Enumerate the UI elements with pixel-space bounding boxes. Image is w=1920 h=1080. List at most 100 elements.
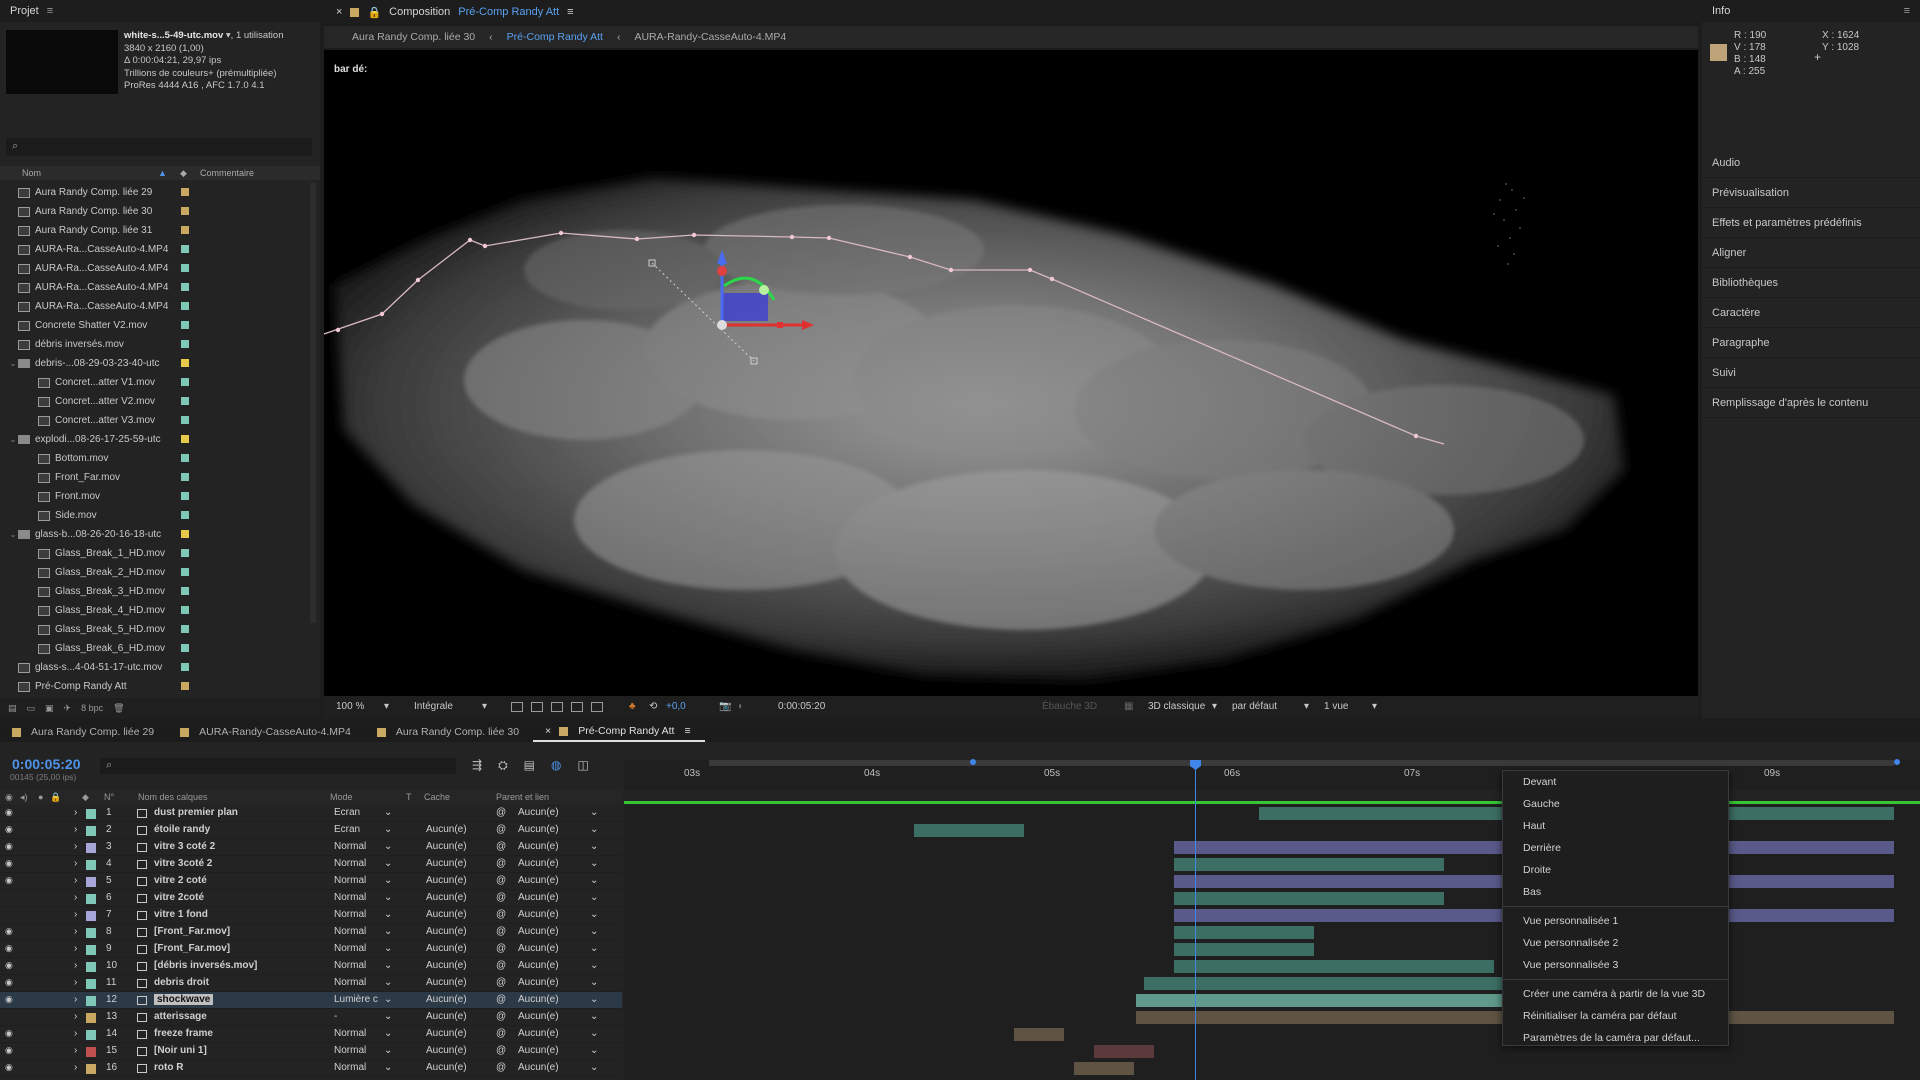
eye-icon[interactable]: ◉ (5, 960, 13, 971)
frame-blending-icon[interactable]: ▤ (524, 758, 535, 773)
chevron-down-icon[interactable]: ▾ (1372, 701, 1377, 712)
chevron-down-icon[interactable]: ⌄ (384, 1028, 392, 1039)
disclosure-triangle-icon[interactable]: › (74, 994, 77, 1005)
disclosure-triangle-icon[interactable]: › (74, 943, 77, 954)
chevron-down-icon[interactable]: ⌄ (384, 1062, 392, 1073)
sort-up-icon[interactable]: ▲ (158, 168, 167, 178)
lock-icon[interactable]: 🔒 (50, 792, 61, 803)
panel-item[interactable]: Prévisualisation (1702, 178, 1920, 208)
pick-whip-icon[interactable]: @ (496, 807, 506, 818)
pick-whip-icon[interactable]: @ (496, 858, 506, 869)
pick-whip-icon[interactable]: @ (496, 943, 506, 954)
new-comp-icon[interactable]: ▣ (45, 703, 54, 714)
project-item[interactable]: Side.mov (0, 506, 310, 525)
layer-name[interactable]: debris droit (154, 977, 209, 988)
label-color-swatch[interactable] (181, 283, 189, 291)
layer-cache-select[interactable]: Aucun(e) (426, 926, 467, 937)
column-parent[interactable]: Parent et lien (496, 792, 549, 802)
panel-menu-icon[interactable]: ≡ (1904, 5, 1910, 17)
layer-mode-select[interactable]: Normal (334, 892, 366, 903)
label-color-swatch[interactable] (86, 1064, 96, 1074)
pick-whip-icon[interactable]: @ (496, 909, 506, 920)
label-color-swatch[interactable] (181, 321, 189, 329)
disclosure-triangle-icon[interactable]: › (74, 892, 77, 903)
layer-mode-select[interactable]: Ecran (334, 807, 360, 818)
label-color-swatch[interactable] (86, 809, 96, 819)
safe-zones-icon[interactable] (511, 702, 523, 712)
chevron-down-icon[interactable]: ⌄ (384, 1011, 392, 1022)
menu-item[interactable]: Bas (1503, 881, 1728, 903)
label-color-swatch[interactable] (181, 473, 189, 481)
menu-item[interactable]: Haut (1503, 815, 1728, 837)
layer-row[interactable]: ◉ › 10 [débris inversés.mov] Normal ⌄ Aucun(e)… (0, 958, 622, 975)
layer-duration-bar[interactable] (1174, 960, 1494, 973)
disclosure-triangle-icon[interactable]: ⌄ (8, 530, 18, 539)
transparency-grid-icon[interactable] (591, 702, 603, 712)
layer-row[interactable]: › 7 vitre 1 fond Normal ⌄ Aucun(e) @ Aucun(e) ⌄ (0, 907, 622, 924)
layer-parent-select[interactable]: Aucun(e) (518, 960, 559, 971)
label-color-swatch[interactable] (86, 1013, 96, 1023)
label-color-swatch[interactable] (181, 378, 189, 386)
layer-cache-select[interactable]: Aucun(e) (426, 909, 467, 920)
eye-icon[interactable]: ◉ (5, 824, 13, 835)
layer-name[interactable]: étoile randy (154, 824, 210, 835)
pick-whip-icon[interactable]: @ (496, 977, 506, 988)
disclosure-triangle-icon[interactable]: › (74, 960, 77, 971)
composition-viewer[interactable]: bar dé: (324, 50, 1698, 696)
menu-item[interactable]: Vue personnalisée 3 (1503, 954, 1728, 976)
eye-icon[interactable]: ◉ (5, 875, 13, 886)
layer-parent-select[interactable]: Aucun(e) (518, 926, 559, 937)
project-item[interactable]: Glass_Break_4_HD.mov (0, 601, 310, 620)
chevron-down-icon[interactable]: ⌄ (384, 1045, 392, 1056)
layer-cache-select[interactable]: Aucun(e) (426, 960, 467, 971)
extended-viewer-icon[interactable]: ▦ (1124, 701, 1133, 712)
layer-parent-select[interactable]: Aucun(e) (518, 1062, 559, 1073)
menu-item[interactable]: Vue personnalisée 2 (1503, 932, 1728, 954)
label-color-swatch[interactable] (181, 682, 189, 690)
project-item[interactable]: AURA-Ra...CasseAuto-4.MP4 (0, 259, 310, 278)
draft-3d-toggle[interactable]: Ébauche 3D (1042, 701, 1097, 712)
current-time[interactable]: 0:00:05:20 (778, 701, 825, 712)
project-item[interactable]: Aura Randy Comp. liée 29 (0, 183, 310, 202)
project-panel-header[interactable]: Projet ≡ (0, 0, 320, 22)
panel-item[interactable]: Audio (1702, 148, 1920, 178)
label-color-swatch[interactable] (86, 911, 96, 921)
eye-icon[interactable]: ◉ (5, 943, 13, 954)
eye-icon[interactable]: ◉ (5, 858, 13, 869)
disclosure-triangle-icon[interactable]: › (74, 807, 77, 818)
layer-duration-bar[interactable] (1174, 892, 1444, 905)
chevron-down-icon[interactable]: ⌄ (384, 875, 392, 886)
label-color-swatch[interactable] (86, 1047, 96, 1057)
chevron-down-icon[interactable]: ⌄ (590, 943, 598, 954)
layer-parent-select[interactable]: Aucun(e) (518, 943, 559, 954)
layer-name[interactable]: vitre 1 fond (154, 909, 208, 920)
label-color-swatch[interactable] (86, 996, 96, 1006)
timeline-tab[interactable]: × Pré-Comp Randy Att ≡ (533, 722, 705, 742)
chevron-down-icon[interactable]: ⌄ (384, 977, 392, 988)
pick-whip-icon[interactable]: @ (496, 1011, 506, 1022)
layer-parent-select[interactable]: Aucun(e) (518, 909, 559, 920)
project-item[interactable]: Front.mov (0, 487, 310, 506)
pick-whip-icon[interactable]: @ (496, 1062, 506, 1073)
layer-parent-select[interactable]: Aucun(e) (518, 807, 559, 818)
layer-mode-select[interactable]: Normal (334, 841, 366, 852)
disclosure-triangle-icon[interactable]: › (74, 909, 77, 920)
timeline-tab[interactable]: Aura Randy Comp. liée 29 (0, 722, 168, 742)
label-color-swatch[interactable] (86, 1030, 96, 1040)
layer-row[interactable]: ◉ › 16 roto R Normal ⌄ Aucun(e) @ Aucun(e) ⌄ (0, 1060, 622, 1077)
project-item[interactable]: AURA-Ra...CasseAuto-4.MP4 (0, 240, 310, 259)
label-color-swatch[interactable] (181, 530, 189, 538)
layer-cache-select[interactable]: Aucun(e) (426, 892, 467, 903)
layer-cache-select[interactable]: Aucun(e) (426, 841, 467, 852)
menu-item[interactable]: Créer une caméra à partir de la vue 3D (1503, 983, 1728, 1005)
layer-cache-select[interactable]: Aucun(e) (426, 858, 467, 869)
views-select[interactable]: 1 vue (1324, 701, 1348, 712)
panel-item[interactable]: Bibliothèques (1702, 268, 1920, 298)
panel-menu-icon[interactable]: ≡ (567, 6, 573, 18)
layer-row[interactable]: ◉ › 5 vitre 2 coté Normal ⌄ Aucun(e) @ Aucun(e) ⌄ (0, 873, 622, 890)
project-item[interactable]: Glass_Break_5_HD.mov (0, 620, 310, 639)
project-item[interactable]: Glass_Break_1_HD.mov (0, 544, 310, 563)
eye-icon[interactable]: ◉ (5, 1028, 13, 1039)
audio-icon[interactable]: ◂) (20, 792, 28, 803)
layer-name[interactable]: dust premier plan (154, 807, 238, 818)
